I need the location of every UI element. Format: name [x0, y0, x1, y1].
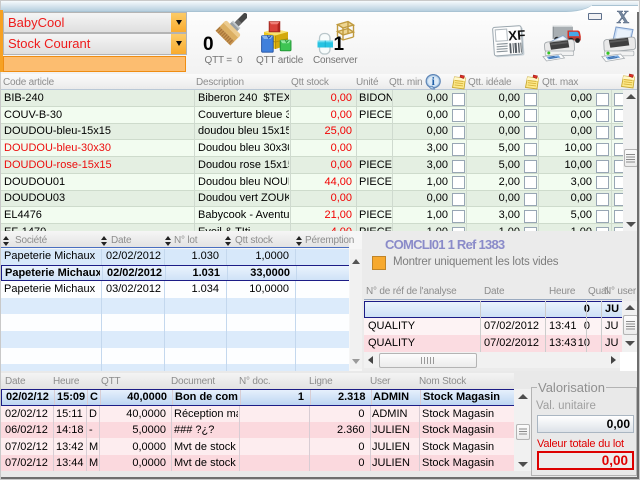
- svg-text:XF: XF: [508, 27, 526, 43]
